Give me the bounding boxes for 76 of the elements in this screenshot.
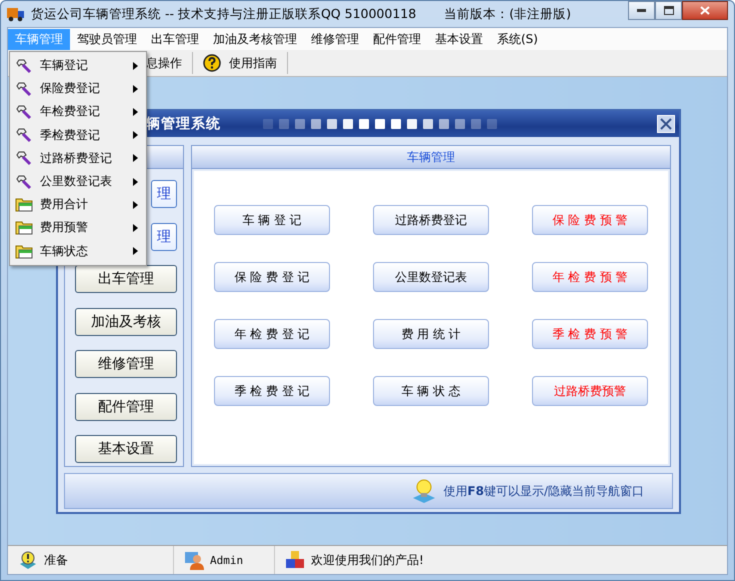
action-button[interactable]: 车 辆 状 态	[373, 376, 489, 406]
action-button[interactable]: 年 检 费 预 警	[532, 262, 648, 292]
minimize-button[interactable]	[628, 1, 655, 20]
submenu-arrow-icon	[133, 247, 138, 256]
bulb-icon	[411, 478, 438, 504]
wrench-icon	[16, 174, 32, 190]
submenu-arrow-icon	[133, 224, 138, 232]
menu-item[interactable]: 出车管理	[144, 28, 206, 50]
wrench-icon	[16, 127, 32, 144]
menu-item[interactable]: 保险费登记	[10, 77, 146, 100]
wrench-icon	[16, 58, 32, 74]
maximize-button[interactable]	[655, 1, 682, 20]
truck-icon	[7, 6, 25, 22]
action-button[interactable]: 年 检 费 登 记	[214, 319, 330, 349]
menu-item[interactable]: 驾驶员管理	[70, 28, 144, 50]
wrench-icon	[16, 150, 32, 166]
menu-item[interactable]: 系统(S)	[490, 28, 545, 50]
folder-icon	[15, 220, 33, 236]
minimize-icon	[637, 9, 646, 12]
submenu-arrow-icon	[133, 154, 138, 162]
maximize-icon	[664, 6, 674, 15]
action-button[interactable]: 保 险 费 登 记	[214, 262, 330, 292]
menu-item[interactable]: 过路桥费登记	[10, 146, 146, 170]
cubes-icon	[285, 550, 305, 570]
menu-item[interactable]: 车辆状态	[10, 240, 146, 263]
action-button[interactable]: 季 检 费 预 警	[532, 319, 648, 349]
action-button[interactable]: 公里数登记表	[373, 262, 489, 292]
folder-icon	[15, 244, 33, 259]
hint-text: 使用F8键可以显示/隐藏当前导航窗口	[443, 482, 644, 500]
nav-button[interactable]: 出车管理	[75, 265, 177, 293]
submenu-arrow-icon	[133, 84, 138, 93]
action-button[interactable]: 过路桥费预警	[532, 376, 648, 406]
action-button[interactable]: 季 检 费 登 记	[214, 376, 330, 406]
toolbar-button[interactable]: 使用指南	[229, 54, 277, 72]
menu-item[interactable]: 维修管理	[304, 28, 366, 50]
menu-item[interactable]: 费用预警	[10, 216, 146, 240]
close-icon	[660, 118, 672, 130]
version-label: 当前版本：(非注册版)	[444, 6, 571, 22]
wrench-icon	[16, 80, 32, 97]
action-button[interactable]: 过路桥费登记	[373, 205, 489, 235]
panel-header: 车辆管理	[192, 146, 670, 169]
folder-icon	[15, 197, 33, 212]
close-icon	[700, 6, 710, 15]
menu-item[interactable]: 车辆登记	[10, 54, 146, 78]
nav-button[interactable]: 理	[151, 180, 177, 208]
nav-button[interactable]: 加油及考核	[75, 308, 177, 336]
menu-item[interactable]: 费用合计	[10, 193, 146, 216]
wrench-icon	[16, 104, 32, 120]
menu-item[interactable]: 基本设置	[428, 28, 490, 50]
window-title: 货运公司车辆管理系统 -- 技术支持与注册正版联系QQ 510000118	[31, 6, 416, 22]
submenu-arrow-icon	[133, 108, 138, 116]
nav-button[interactable]: 维修管理	[75, 350, 177, 378]
nav-button[interactable]: 配件管理	[75, 392, 177, 420]
submenu-arrow-icon	[133, 62, 138, 70]
menu-item[interactable]: 年检费登记	[10, 100, 146, 124]
nav-button[interactable]: 基本设置	[75, 435, 177, 463]
status-text: 欢迎使用我们的产品!	[311, 552, 424, 568]
submenu-arrow-icon	[133, 178, 138, 186]
menu-item[interactable]: 配件管理	[366, 28, 428, 50]
inner-window-title: 辆管理系统	[146, 115, 221, 133]
toolbar-button[interactable]: 息操作	[146, 54, 182, 72]
user-icon	[184, 550, 204, 570]
nav-button[interactable]: 理	[151, 222, 177, 250]
close-button[interactable]	[682, 1, 728, 20]
menu-item[interactable]: 季检费登记	[10, 124, 146, 147]
question-icon	[203, 54, 221, 72]
submenu-arrow-icon	[133, 200, 138, 209]
action-button[interactable]: 车 辆 登 记	[214, 205, 330, 235]
submenu-arrow-icon	[133, 131, 138, 140]
bulb-icon	[18, 550, 38, 570]
status-text: 准备	[44, 552, 68, 568]
status-text: Admin	[210, 554, 244, 566]
menu-item[interactable]: 公里数登记表	[10, 170, 146, 194]
action-button[interactable]: 保 险 费 预 警	[532, 205, 648, 235]
action-button[interactable]: 费 用 统 计	[373, 319, 489, 349]
menu-item[interactable]: 加油及考核管理	[206, 28, 304, 50]
